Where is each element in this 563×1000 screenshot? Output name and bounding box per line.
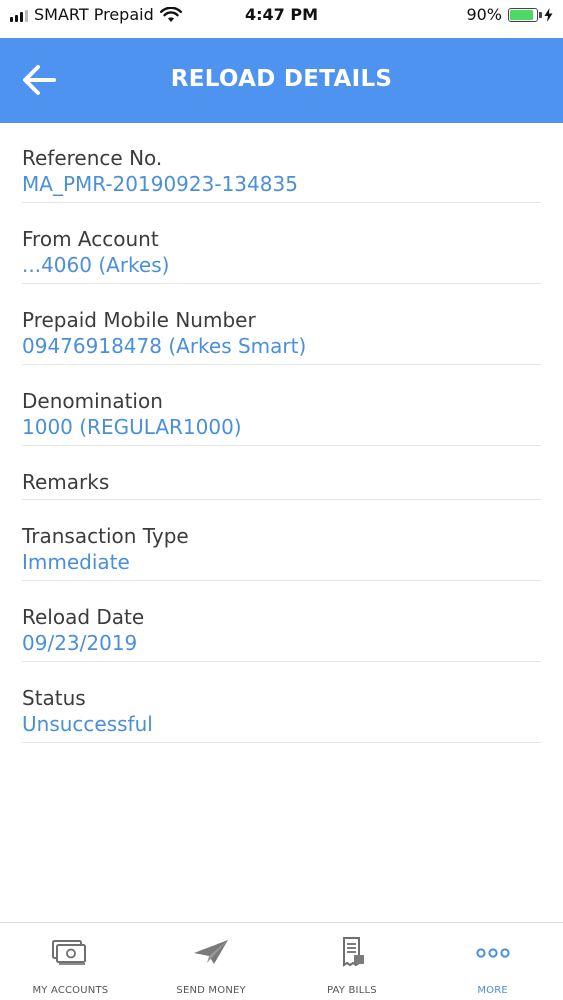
app-header: RELOAD DETAILS	[0, 38, 563, 123]
detail-value: 09476918478 (Arkes Smart)	[22, 334, 307, 358]
detail-value: 09/23/2019	[22, 631, 138, 655]
detail-row-reference: Reference No. MA_PMR-20190923-134835	[22, 123, 541, 203]
detail-value: 1000 (REGULAR1000)	[22, 415, 242, 439]
page-title: RELOAD DETAILS	[170, 66, 393, 92]
nav-label: PAY BILLS	[326, 985, 377, 996]
detail-row-denomination: Denomination 1000 (REGULAR1000)	[22, 365, 541, 446]
nav-send-money[interactable]: SEND MONEY	[141, 923, 282, 1000]
more-dots-icon	[476, 948, 510, 958]
status-right: 90%	[466, 5, 553, 24]
battery-cap	[539, 11, 542, 18]
detail-label: Status	[22, 686, 86, 710]
battery-percent: 90%	[466, 5, 502, 24]
charging-bolt-icon	[544, 7, 553, 22]
detail-row-status: Status Unsuccessful	[22, 662, 541, 743]
nav-label: MORE	[477, 985, 508, 996]
detail-label: From Account	[22, 227, 159, 251]
detail-row-from-account: From Account ...4060 (Arkes)	[22, 203, 541, 284]
bill-icon	[342, 937, 364, 967]
detail-row-transaction-type: Transaction Type Immediate	[22, 500, 541, 581]
detail-value: ...4060 (Arkes)	[22, 253, 170, 277]
nav-label: MY ACCOUNTS	[32, 985, 109, 996]
detail-label: Reference No.	[22, 146, 163, 170]
detail-row-mobile-number: Prepaid Mobile Number 09476918478 (Arkes…	[22, 284, 541, 365]
nav-pay-bills[interactable]: PAY BILLS	[282, 923, 423, 1000]
nav-label: SEND MONEY	[176, 985, 246, 996]
reload-details-list: Reference No. MA_PMR-20190923-134835 Fro…	[0, 123, 563, 743]
detail-label: Remarks	[22, 470, 110, 494]
detail-row-reload-date: Reload Date 09/23/2019	[22, 581, 541, 662]
battery-level	[510, 9, 534, 20]
detail-value: Immediate	[22, 550, 130, 574]
detail-row-remarks: Remarks	[22, 446, 541, 500]
paper-plane-icon	[194, 940, 229, 964]
nav-my-accounts[interactable]: MY ACCOUNTS	[0, 923, 141, 1000]
status-value: Unsuccessful	[22, 712, 153, 736]
battery-icon	[508, 7, 542, 22]
status-bar: SMART Prepaid 4:47 PM 90%	[0, 0, 563, 38]
detail-label: Transaction Type	[22, 524, 189, 548]
detail-label: Reload Date	[22, 605, 145, 629]
detail-label: Denomination	[22, 389, 163, 413]
accounts-icon	[52, 940, 87, 965]
detail-label: Prepaid Mobile Number	[22, 308, 256, 332]
nav-more[interactable]: MORE	[422, 923, 563, 1000]
detail-value: MA_PMR-20190923-134835	[22, 172, 298, 196]
bottom-nav: MY ACCOUNTS SEND MONEY PAY BILLS MORE	[0, 922, 563, 1000]
